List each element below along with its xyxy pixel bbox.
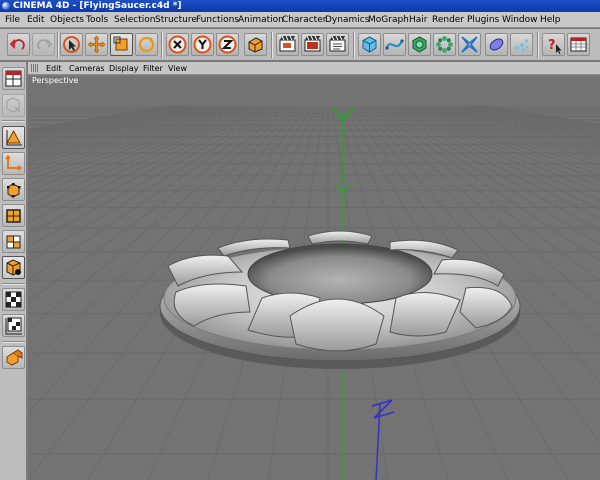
- model-mode-icon[interactable]: [2, 126, 25, 149]
- panel-grip-handle[interactable]: [31, 64, 39, 72]
- render-settings-icon[interactable]: [326, 33, 349, 56]
- menu-hair[interactable]: Hair: [409, 12, 427, 28]
- svg-text:?: ?: [548, 38, 556, 53]
- animation-icon[interactable]: [2, 346, 25, 369]
- uv-polygons-icon[interactable]: [2, 314, 25, 337]
- main-toolbar: ?: [0, 29, 600, 61]
- menu-objects[interactable]: Objects: [50, 12, 84, 28]
- undo-icon[interactable]: [7, 33, 30, 56]
- cube-primitive-icon[interactable]: [358, 33, 381, 56]
- palette-separator: [2, 283, 25, 285]
- viewport-menu-cameras[interactable]: Cameras: [69, 62, 105, 75]
- y-axis-lock-icon[interactable]: [191, 33, 214, 56]
- palette-separator: [2, 120, 25, 122]
- spline-icon[interactable]: [383, 33, 406, 56]
- uv-points-icon[interactable]: [2, 288, 25, 311]
- points-mode-icon[interactable]: [2, 178, 25, 201]
- viewport-menu-filter[interactable]: Filter: [143, 62, 163, 75]
- viewport-menu-display[interactable]: Display: [109, 62, 139, 75]
- title-bar: CINEMA 4D - [FlyingSaucer.c4d *]: [0, 0, 600, 12]
- menu-help[interactable]: Help: [540, 12, 561, 28]
- make-editable-icon[interactable]: [2, 94, 25, 117]
- cinema4d-logo-icon: [2, 2, 10, 10]
- toolbar-separator: [537, 32, 539, 58]
- live-selection-icon[interactable]: [60, 33, 83, 56]
- menu-animation[interactable]: Animation: [238, 12, 284, 28]
- texture-mode-icon[interactable]: [2, 256, 25, 279]
- menu-file[interactable]: File: [5, 12, 20, 28]
- perspective-viewport[interactable]: Perspective: [28, 76, 600, 480]
- menu-tools[interactable]: Tools: [86, 12, 108, 28]
- viewport-menu-bar: Edit Cameras Display Filter View: [28, 62, 600, 75]
- deformer-icon[interactable]: [458, 33, 481, 56]
- toolbar-separator: [57, 32, 59, 58]
- nurbs-icon[interactable]: [408, 33, 431, 56]
- menu-render[interactable]: Render: [432, 12, 464, 28]
- palette-separator: [2, 341, 25, 343]
- viewport-layout-icon[interactable]: [2, 67, 25, 90]
- menu-mograph[interactable]: MoGraph: [368, 12, 409, 28]
- menu-dynamics[interactable]: Dynamics: [325, 12, 369, 28]
- viewport-menu-edit[interactable]: Edit: [46, 62, 62, 75]
- edges-mode-icon[interactable]: [2, 204, 25, 227]
- attribute-manager-icon[interactable]: [567, 33, 590, 56]
- coordinate-system-icon[interactable]: [244, 33, 267, 56]
- particle-icon[interactable]: [510, 33, 533, 56]
- toolbar-separator: [271, 32, 273, 58]
- viewport-menu-view[interactable]: View: [168, 62, 187, 75]
- menu-edit[interactable]: Edit: [27, 12, 44, 28]
- polygons-mode-icon[interactable]: [2, 230, 25, 253]
- viewport-camera-label: Perspective: [32, 76, 79, 85]
- render-view-icon[interactable]: [276, 33, 299, 56]
- menu-selection[interactable]: Selection: [114, 12, 155, 28]
- menu-plugins[interactable]: Plugins: [467, 12, 499, 28]
- toolbar-separator: [353, 32, 355, 58]
- scene-object-icon[interactable]: [485, 33, 508, 56]
- render-picture-viewer-icon[interactable]: [301, 33, 324, 56]
- toolbar-separator: [161, 32, 163, 58]
- redo-icon[interactable]: [32, 33, 55, 56]
- menu-structure[interactable]: Structure: [155, 12, 197, 28]
- menu-character[interactable]: Character: [282, 12, 326, 28]
- viewport-canvas[interactable]: [28, 76, 600, 480]
- scale-icon[interactable]: [110, 33, 133, 56]
- window-title: CINEMA 4D - [FlyingSaucer.c4d *]: [13, 1, 182, 11]
- z-axis-lock-icon[interactable]: [216, 33, 239, 56]
- move-icon[interactable]: [85, 33, 108, 56]
- x-axis-lock-icon[interactable]: [166, 33, 189, 56]
- mode-palette: [0, 62, 27, 480]
- help-icon[interactable]: ?: [542, 33, 565, 56]
- rotate-icon[interactable]: [135, 33, 158, 56]
- array-icon[interactable]: [433, 33, 456, 56]
- menu-functions[interactable]: Functions: [196, 12, 239, 28]
- menu-bar: File Edit Objects Tools Selection Struct…: [0, 12, 600, 28]
- cinema4d-window: CINEMA 4D - [FlyingSaucer.c4d *] File Ed…: [0, 0, 600, 480]
- menu-window[interactable]: Window: [502, 12, 538, 28]
- object-axis-icon[interactable]: [2, 152, 25, 175]
